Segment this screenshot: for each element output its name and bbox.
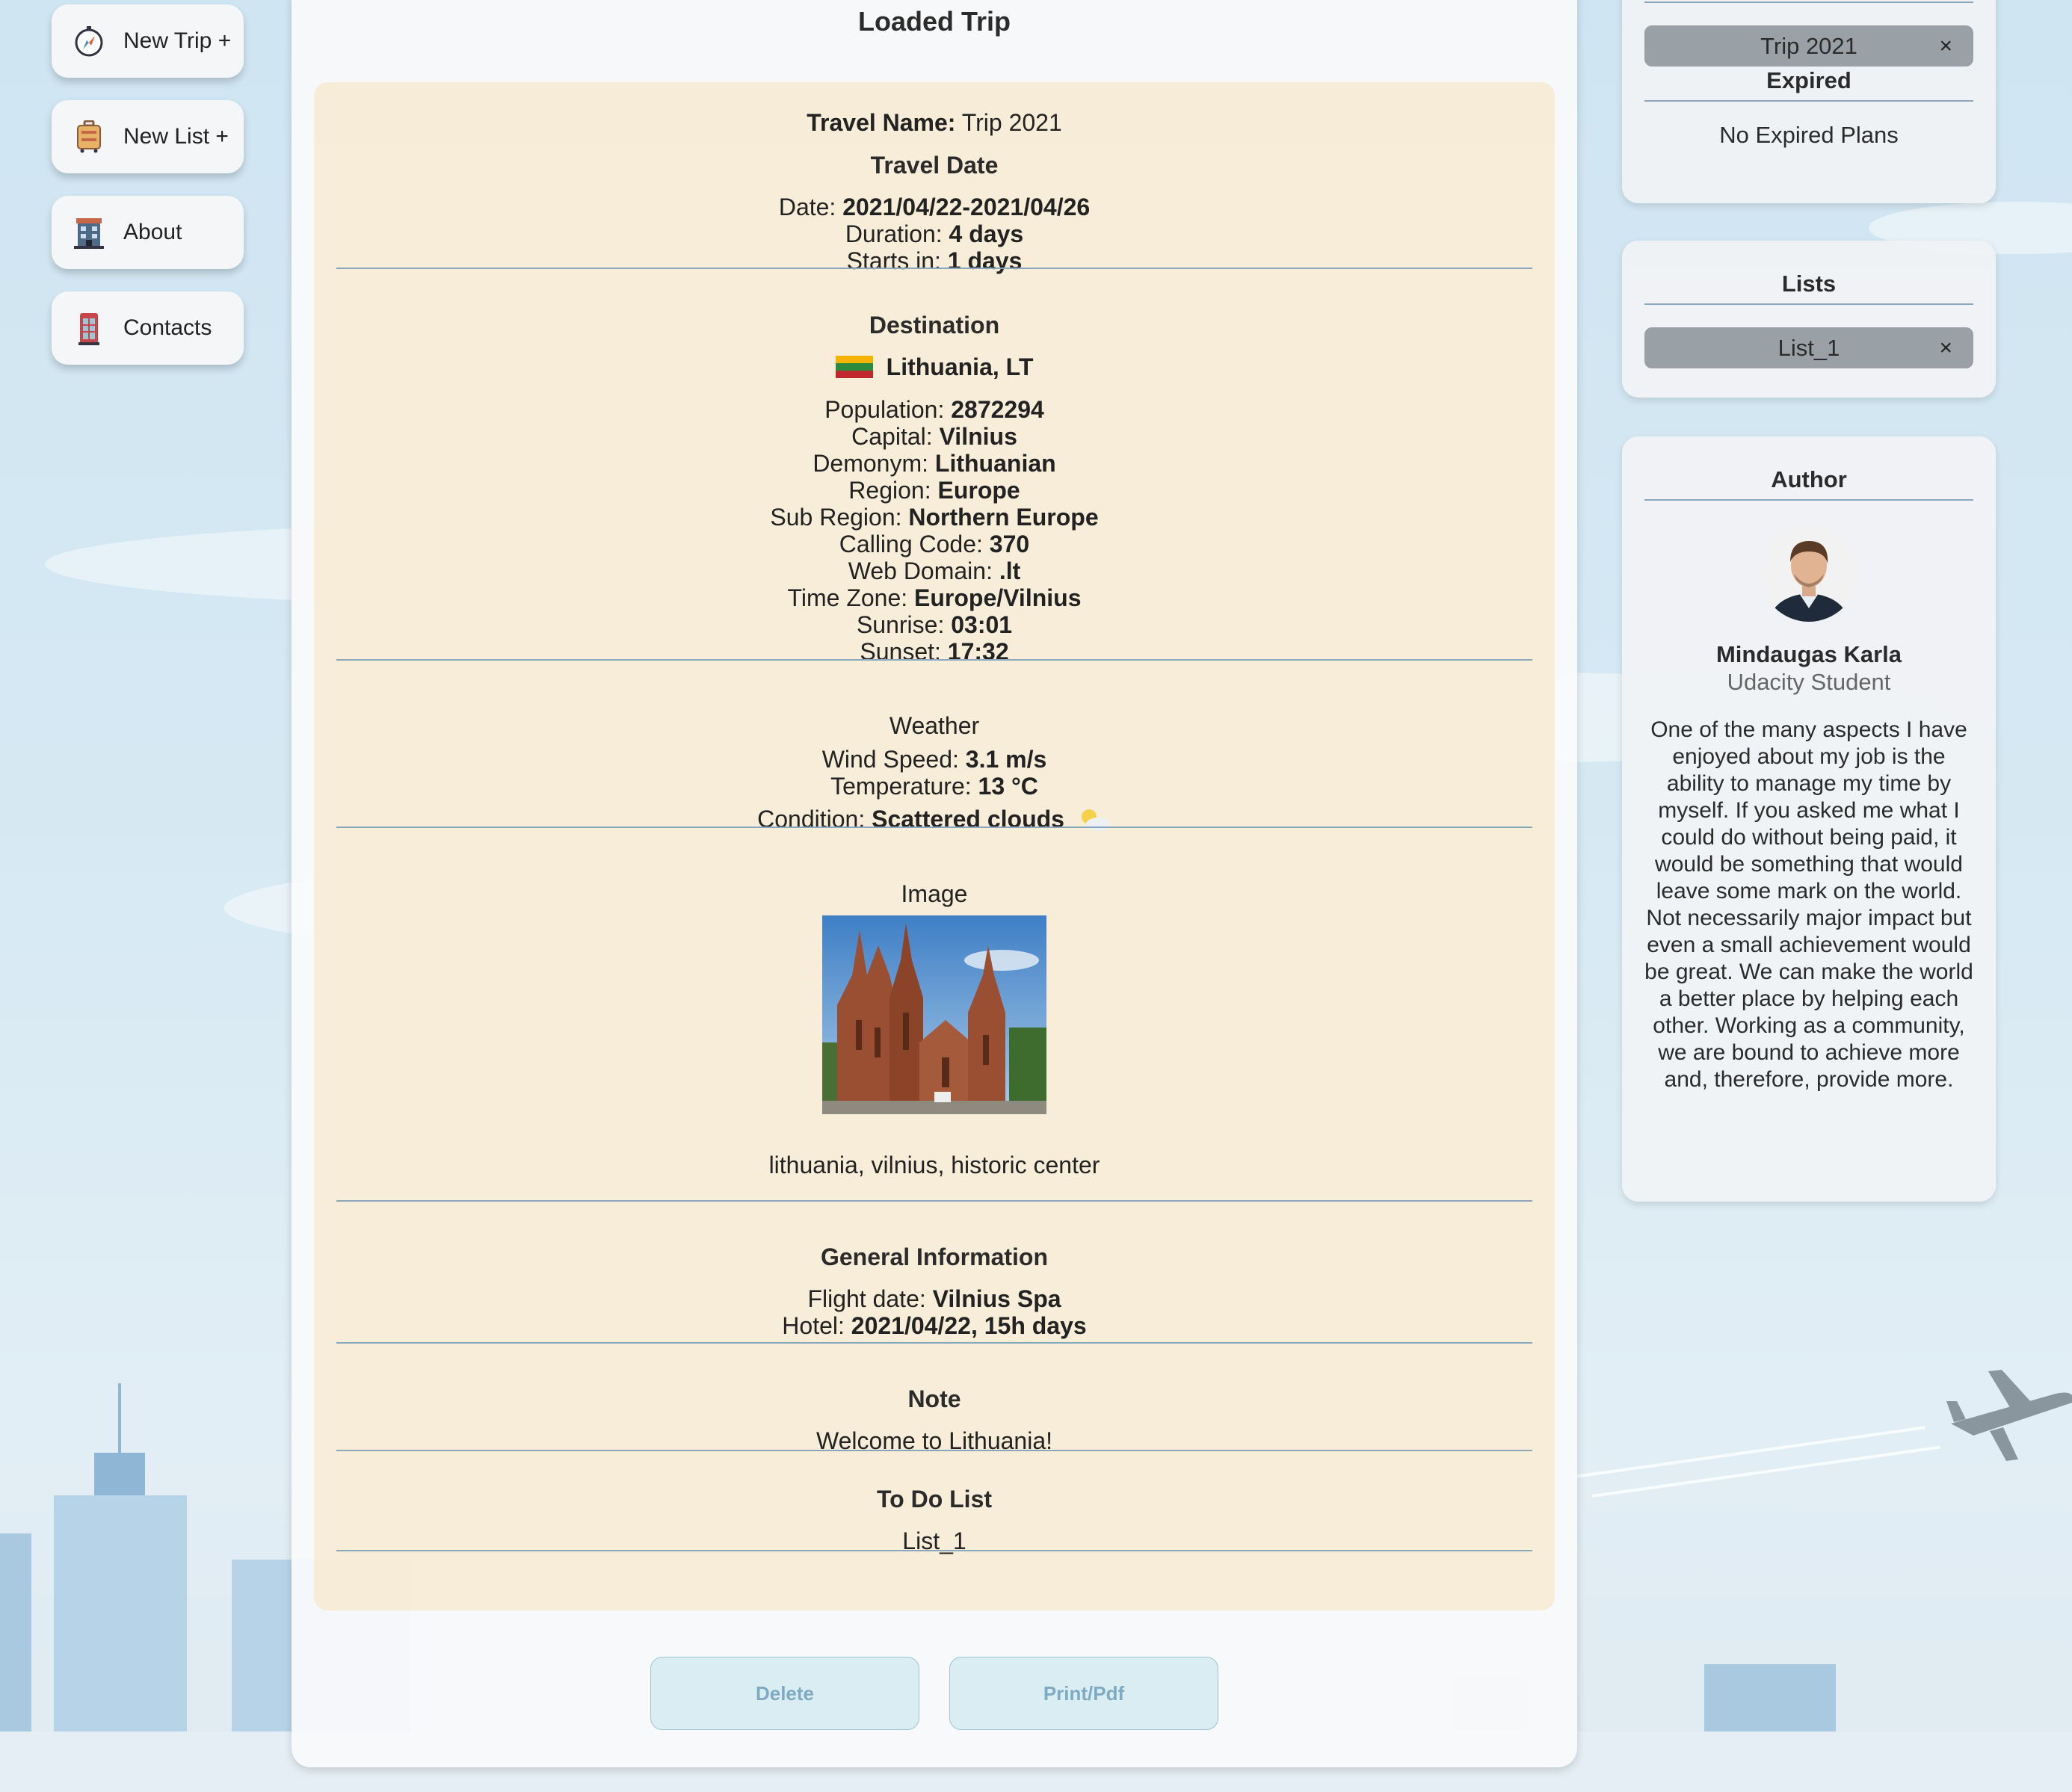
divider: [1644, 100, 1973, 102]
destination-country: Lithuania, LT: [336, 353, 1532, 380]
author-name: Mindaugas Karla: [1715, 641, 1902, 667]
divider: [336, 1200, 1532, 1202]
contacts-button[interactable]: Contacts: [52, 291, 244, 365]
loaded-trip-panel: Loaded Trip Travel Name: Trip 2021 Trave…: [292, 0, 1577, 1767]
about-label: About: [123, 220, 182, 244]
divider: [336, 659, 1532, 661]
new-trip-label: New Trip +: [123, 28, 232, 53]
destination-facts: Population: 2872294 Capital: Vilnius Dem…: [770, 396, 1099, 665]
divider: [1644, 499, 1973, 501]
about-button[interactable]: About: [52, 196, 244, 269]
divider: [336, 827, 1532, 828]
expired-text: No Expired Plans: [1719, 122, 1899, 148]
contacts-label: Contacts: [123, 315, 212, 340]
trip-chip[interactable]: Trip 2021 ×: [1644, 25, 1973, 67]
note-header: Note: [907, 1385, 961, 1412]
todo-list-header: To Do List: [876, 1486, 993, 1513]
trips-panel: Trip 2021 × Expired No Expired Plans: [1622, 0, 1996, 203]
new-list-label: New List +: [123, 124, 229, 149]
image-caption: lithuania, vilnius, historic center: [768, 1152, 1100, 1178]
travel-name: Travel Name: Trip 2021: [807, 109, 1062, 136]
lists-panel: Lists List_1 ×: [1622, 241, 1996, 398]
partly-cloudy-icon: [1079, 808, 1111, 837]
divider: [1644, 1, 1973, 3]
weather-header: Weather: [889, 712, 980, 739]
list-chip-label: List_1: [1777, 334, 1840, 361]
phone-booth-icon: [73, 312, 105, 345]
lists-header: Lists: [1781, 271, 1837, 297]
destination-photo: [822, 915, 1046, 1114]
divider: [336, 1342, 1532, 1344]
travel-date-details: Date: 2021/04/22-2021/04/26 Duration: 4 …: [778, 194, 1091, 274]
country-name: Lithuania, LT: [886, 353, 1034, 380]
divider: [336, 1550, 1532, 1551]
travel-date-header: Travel Date: [870, 152, 999, 179]
author-header: Author: [1771, 466, 1847, 492]
divider: [1644, 303, 1973, 305]
divider: [336, 1450, 1532, 1451]
luggage-icon: [73, 120, 105, 153]
author-role: Udacity Student: [1727, 669, 1891, 695]
image-header: Image: [901, 880, 968, 907]
expired-header: Expired: [1766, 67, 1851, 93]
new-trip-button[interactable]: New Trip +: [52, 4, 244, 78]
delete-button[interactable]: Delete: [650, 1657, 919, 1730]
new-list-button[interactable]: New List +: [52, 100, 244, 173]
print-pdf-button[interactable]: Print/Pdf: [949, 1657, 1218, 1730]
general-information-header: General Information: [820, 1243, 1049, 1270]
page-title: Loaded Trip: [857, 6, 1011, 37]
avatar: [1760, 525, 1857, 622]
compass-icon: [73, 25, 105, 58]
author-panel: Author Mindaugas Karla Udacity Student O…: [1622, 436, 1996, 1202]
flag-lithuania-icon: [835, 356, 873, 378]
building-icon: [73, 216, 105, 249]
weather-details: Wind Speed: 3.1 m/s Temperature: 13 °C C…: [336, 746, 1532, 837]
trip-details-card: Travel Name: Trip 2021 Travel Date Date:…: [314, 82, 1555, 1610]
divider: [336, 268, 1532, 269]
author-bio: One of the many aspects I have enjoyed a…: [1644, 717, 1973, 1092]
general-information-details: Flight date: Vilnius Spa Hotel: 2021/04/…: [782, 1285, 1087, 1339]
destination-header: Destination: [869, 312, 1000, 339]
list-chip[interactable]: List_1 ×: [1644, 327, 1973, 368]
close-icon[interactable]: ×: [1939, 34, 1952, 59]
trip-chip-label: Trip 2021: [1760, 32, 1857, 59]
close-icon[interactable]: ×: [1939, 336, 1952, 361]
airplane-icon: [1946, 1370, 2072, 1461]
